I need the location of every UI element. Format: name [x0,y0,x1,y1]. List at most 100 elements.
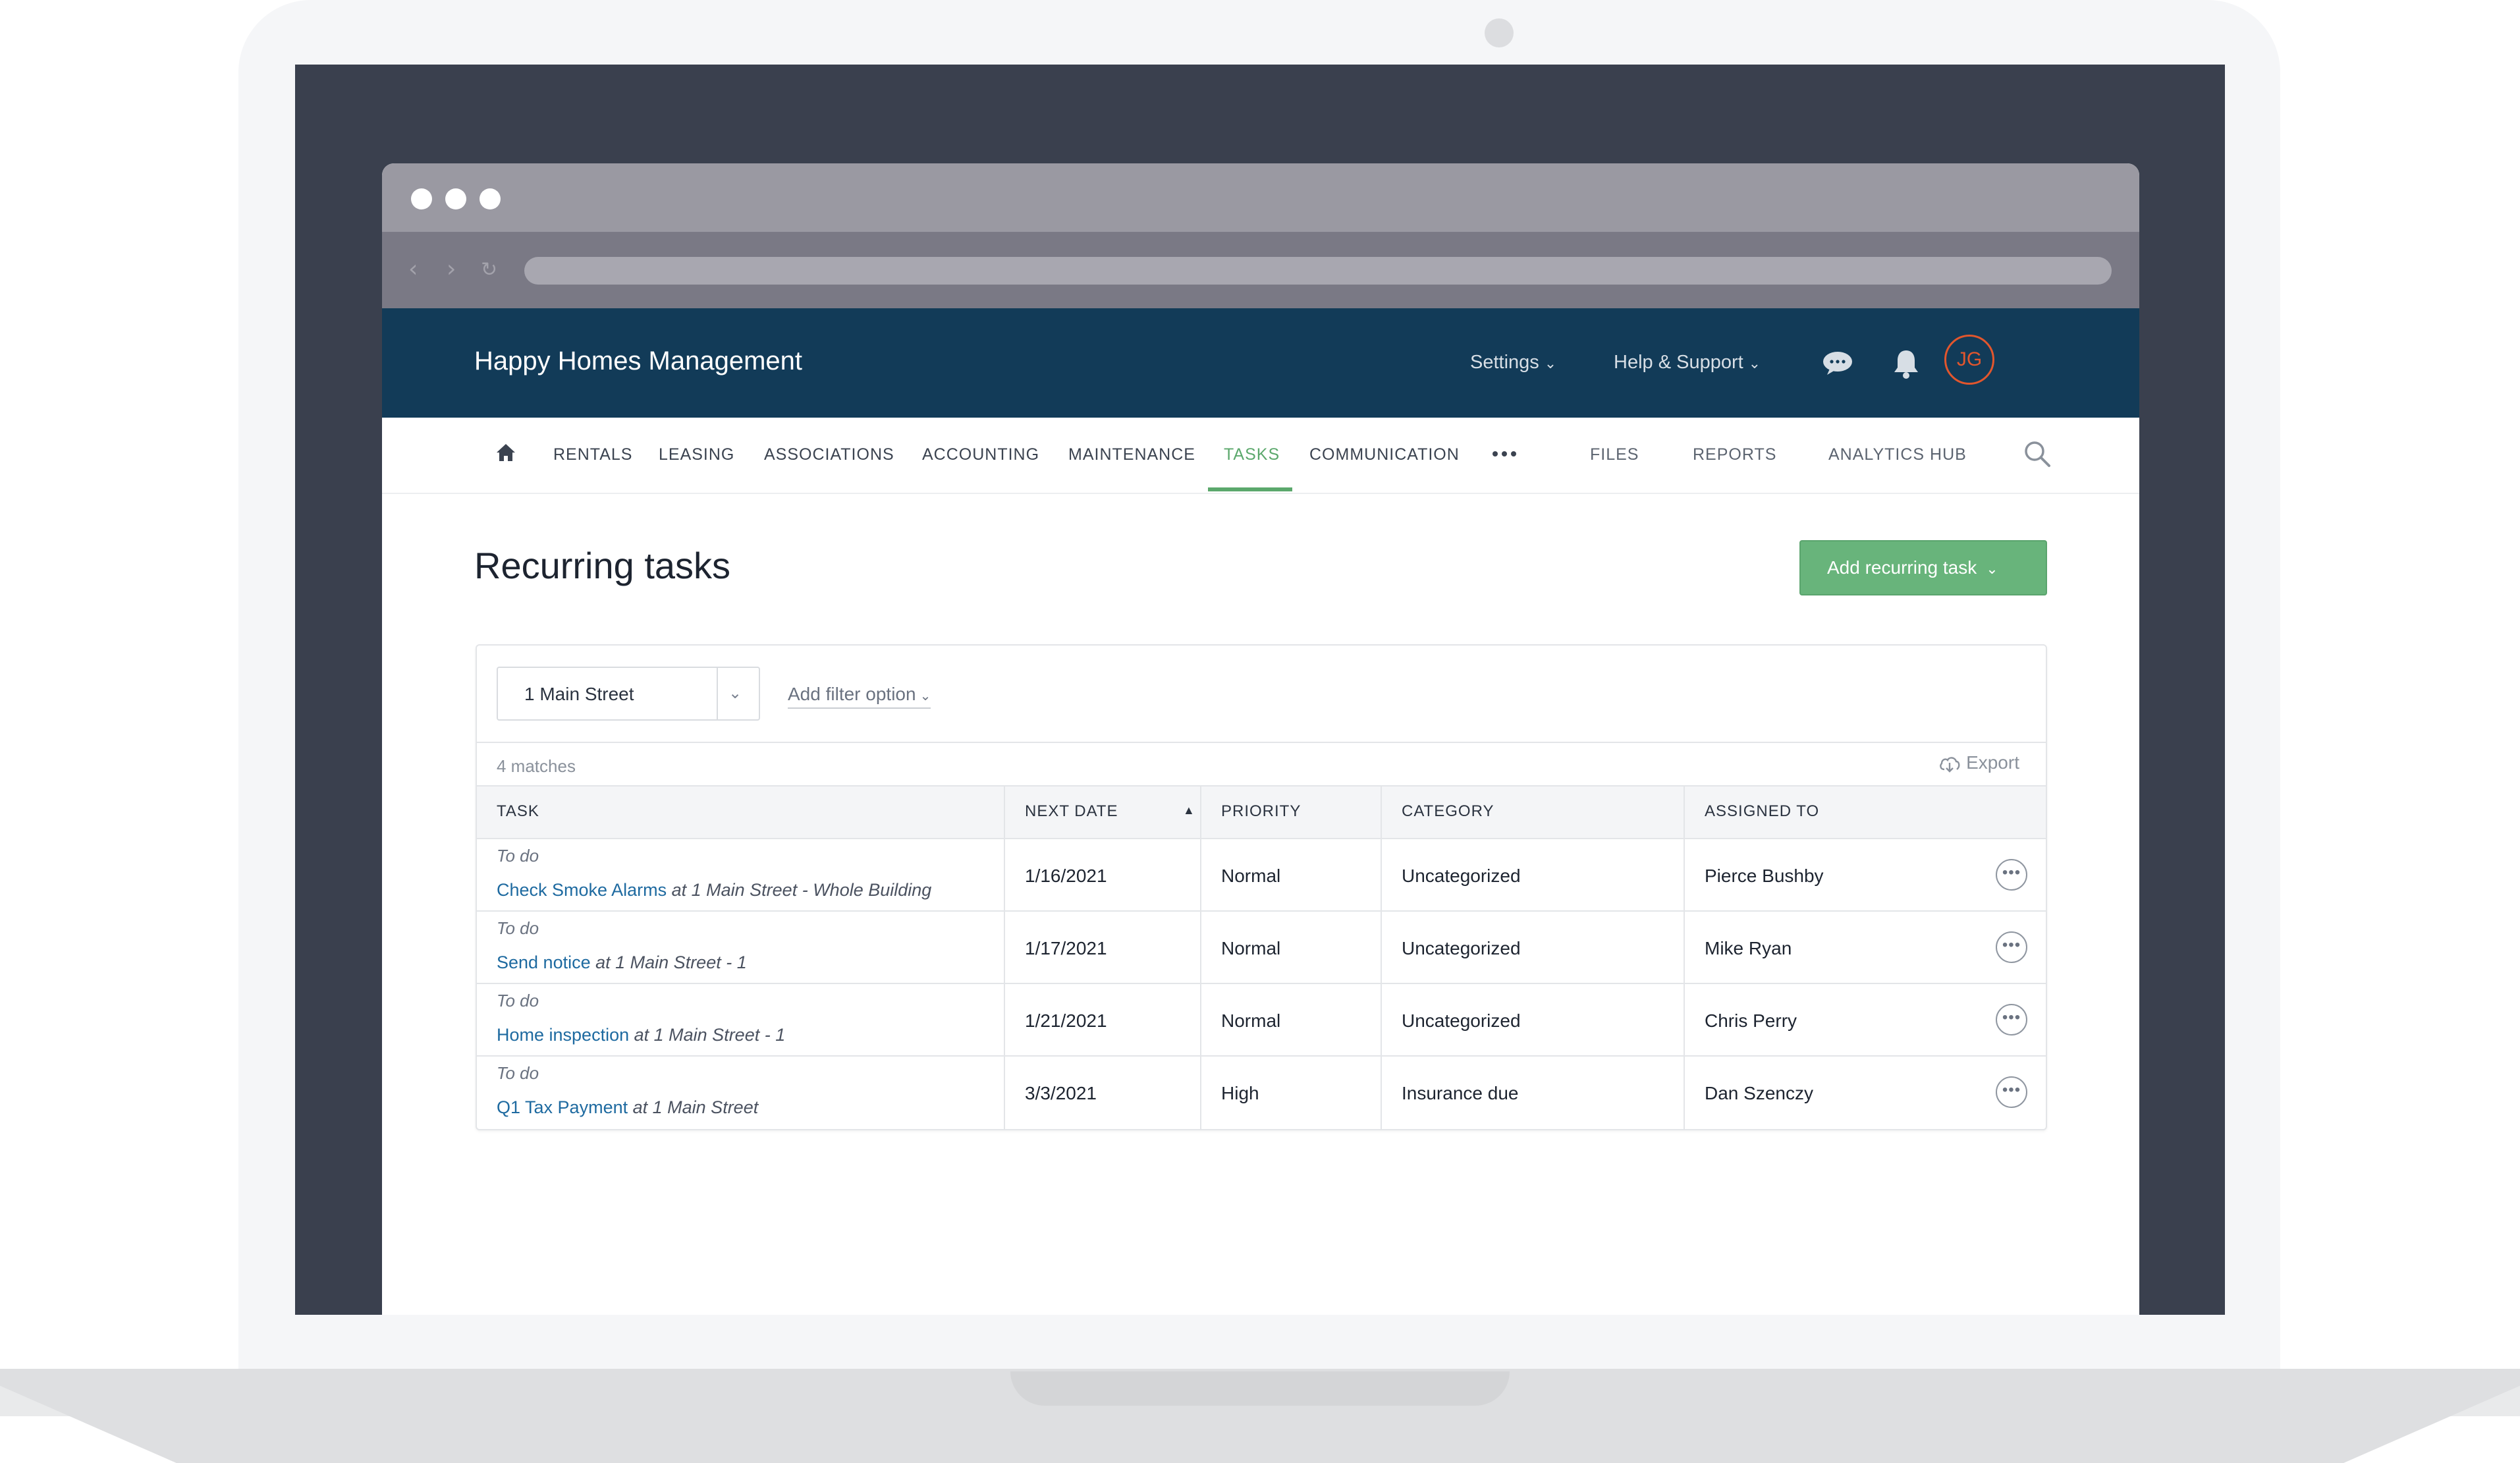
window-minimize-dot[interactable] [445,188,466,209]
row-actions-icon[interactable]: ••• [1996,931,2027,963]
category-cell: Insurance due [1402,1083,1519,1103]
task-cell: Send notice at 1 Main Street - 1 [497,952,747,973]
task-location: at 1 Main Street - 1 [595,952,747,972]
chat-icon[interactable] [1822,350,1853,375]
url-bar[interactable] [524,257,2112,285]
category-cell: Uncategorized [1402,938,1521,958]
table-row: To do Home inspection at 1 Main Street -… [477,984,2046,1057]
add-recurring-task-button[interactable]: Add recurring task ⌄ [1799,540,2047,595]
reload-icon[interactable]: ↻ [481,258,497,281]
table-header: TASK NEXT DATE ▲ PRIORITY CATEGORY ASSIG… [477,785,2046,839]
nav-item-reports[interactable]: REPORTS [1693,445,1776,464]
app-header: Happy Homes Management Settings ⌄ Help & … [382,308,2139,418]
nav-item-leasing[interactable]: LEASING [659,445,734,464]
window-maximize-dot[interactable] [479,188,501,209]
back-icon[interactable]: ‹ [408,256,418,283]
task-status: To do [497,846,539,866]
task-location: at 1 Main Street [632,1097,759,1117]
camera [1485,18,1514,47]
help-support-menu-label: Help & Support [1614,352,1743,373]
page-title: Recurring tasks [474,545,731,586]
task-status: To do [497,918,539,938]
nav-item-accounting[interactable]: ACCOUNTING [922,445,1039,464]
row-actions-icon[interactable]: ••• [1996,1076,2027,1108]
laptop-notch [1010,1371,1510,1406]
property-select[interactable]: 1 Main Street ⌄ [497,667,760,721]
chevron-down-icon: ⌄ [1748,355,1761,372]
task-link[interactable]: Q1 Tax Payment [497,1097,628,1117]
assigned-to-cell: Mike Ryan [1705,938,1792,958]
search-icon[interactable] [2023,440,2051,468]
column-header-assigned-to[interactable]: ASSIGNED TO [1705,802,1819,821]
assigned-to-cell: Chris Perry [1705,1010,1797,1031]
add-filter-option[interactable]: Add filter option ⌄ [788,684,931,709]
priority-cell: Normal [1221,938,1281,958]
home-icon[interactable] [495,443,516,462]
settings-menu-label: Settings [1470,352,1539,373]
export-label: Export [1966,752,2019,773]
match-count: 4 matches [497,756,576,776]
select-divider [717,668,718,719]
task-location: at 1 Main Street - 1 [634,1025,786,1045]
cloud-download-icon [1940,756,1960,773]
column-header-category[interactable]: CATEGORY [1402,802,1494,821]
task-link[interactable]: Send notice [497,952,591,972]
task-link[interactable]: Home inspection [497,1025,629,1045]
bell-icon[interactable] [1892,348,1921,379]
category-cell: Uncategorized [1402,866,1521,886]
priority-cell: High [1221,1083,1259,1103]
chevron-down-icon: ⌄ [1544,355,1557,372]
nav-item-associations[interactable]: ASSOCIATIONS [764,445,894,464]
chevron-down-icon: ⌄ [919,689,931,704]
next-date-cell: 1/21/2021 [1025,1010,1107,1031]
nav-item-rentals[interactable]: RENTALS [553,445,632,464]
nav-item-communication[interactable]: COMMUNICATION [1309,445,1460,464]
property-select-value: 1 Main Street [524,684,634,704]
settings-menu[interactable]: Settings ⌄ [1470,352,1556,373]
laptop-screen: ‹ › ↻ Happy Homes Management Settings ⌄ H… [295,65,2225,1315]
next-date-cell: 1/17/2021 [1025,938,1107,958]
export-button[interactable]: Export [1938,752,2019,773]
table-row: To do Q1 Tax Payment at 1 Main Street 3/… [477,1057,2046,1129]
next-date-cell: 3/3/2021 [1025,1083,1097,1103]
browser-toolbar: ‹ › ↻ [382,232,2139,308]
tasks-card: 1 Main Street ⌄ Add filter option ⌄ 4 mat… [476,644,2047,1130]
task-status: To do [497,991,539,1010]
task-status: To do [497,1063,539,1083]
priority-cell: Normal [1221,866,1281,886]
active-tab-indicator [1208,487,1292,491]
nav-item-analytics-hub[interactable]: ANALYTICS HUB [1828,445,1967,464]
task-cell: Check Smoke Alarms at 1 Main Street - Wh… [497,880,931,900]
nav-item-files[interactable]: FILES [1590,445,1639,464]
row-actions-icon[interactable]: ••• [1996,1004,2027,1035]
task-cell: Home inspection at 1 Main Street - 1 [497,1025,785,1045]
chevron-down-icon[interactable]: ⌄ [728,684,742,703]
sort-ascending-icon[interactable]: ▲ [1183,804,1195,817]
column-header-task[interactable]: TASK [497,802,539,821]
add-filter-option-label: Add filter option [788,684,916,704]
forward-icon[interactable]: › [447,256,456,283]
table-row: To do Send notice at 1 Main Street - 1 1… [477,912,2046,984]
window-close-dot[interactable] [411,188,432,209]
category-cell: Uncategorized [1402,1010,1521,1031]
assigned-to-cell: Dan Szenczy [1705,1083,1813,1103]
column-header-priority[interactable]: PRIORITY [1221,802,1301,821]
more-icon[interactable] [1491,451,1518,457]
task-location: at 1 Main Street - Whole Building [671,880,932,900]
divider [477,742,2046,743]
task-cell: Q1 Tax Payment at 1 Main Street [497,1097,758,1118]
avatar[interactable]: JG [1944,335,1994,385]
row-actions-icon[interactable]: ••• [1996,859,2027,891]
browser-titlebar [382,163,2139,232]
add-recurring-task-label: Add recurring task [1827,557,1977,578]
table-row: To do Check Smoke Alarms at 1 Main Stree… [477,839,2046,912]
app-title: Happy Homes Management [474,346,803,375]
nav-item-maintenance[interactable]: MAINTENANCE [1068,445,1195,464]
nav-item-tasks[interactable]: TASKS [1224,445,1280,464]
main-nav: RENTALS LEASING ASSOCIATIONS ACCOUNTING … [382,418,2139,494]
chevron-down-icon: ⌄ [1986,561,1998,577]
column-header-next-date[interactable]: NEXT DATE [1025,802,1118,821]
help-support-menu[interactable]: Help & Support ⌄ [1614,352,1761,373]
priority-cell: Normal [1221,1010,1281,1031]
task-link[interactable]: Check Smoke Alarms [497,880,667,900]
